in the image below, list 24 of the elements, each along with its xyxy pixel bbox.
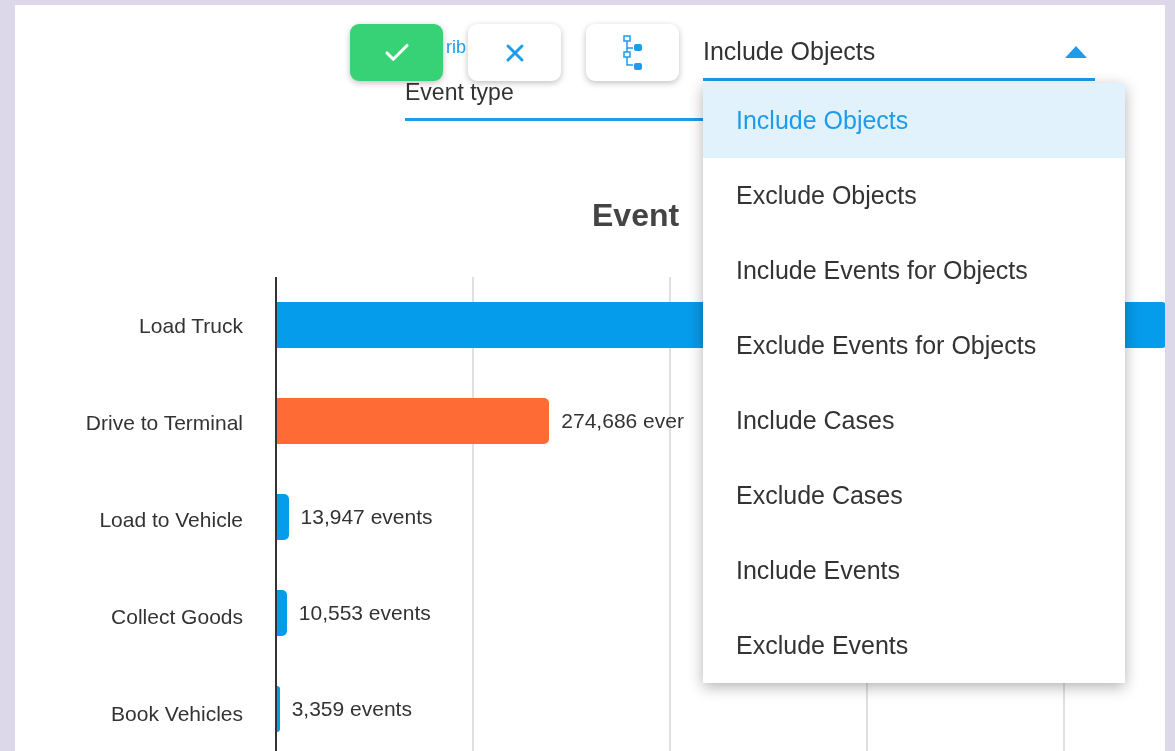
flowchart-button[interactable] [586,24,679,81]
category-label: Book Vehicles [110,700,244,727]
flowchart-icon [622,34,643,71]
field-value: Event type [405,79,514,106]
menu-item[interactable]: Exclude Events [703,608,1125,683]
menu-item[interactable]: Exclude Cases [703,458,1125,533]
menu-item[interactable]: Include Events for Objects [703,233,1125,308]
cancel-button[interactable] [468,24,561,81]
menu-item[interactable]: Exclude Events for Objects [703,308,1125,383]
menu-item[interactable]: Include Events [703,533,1125,608]
category-label: Load Truck [138,312,244,339]
value-label: 274,686 ever [561,409,684,433]
menu-item[interactable]: Exclude Objects [703,158,1125,233]
value-label: 13,947 events [300,505,433,529]
category-label: Drive to Terminal [84,409,244,436]
chart-title: Event [592,197,680,234]
menu-item[interactable]: Include Cases [703,383,1125,458]
caret-up-icon [1065,45,1087,58]
category-label: Load to Vehicle [98,506,244,533]
confirm-button[interactable] [350,24,443,81]
field-label: rib [446,37,466,58]
value-label: 10,553 events [298,601,431,625]
category-label: Collect Goods [110,603,244,630]
value-label: 3,359 events [291,697,412,721]
